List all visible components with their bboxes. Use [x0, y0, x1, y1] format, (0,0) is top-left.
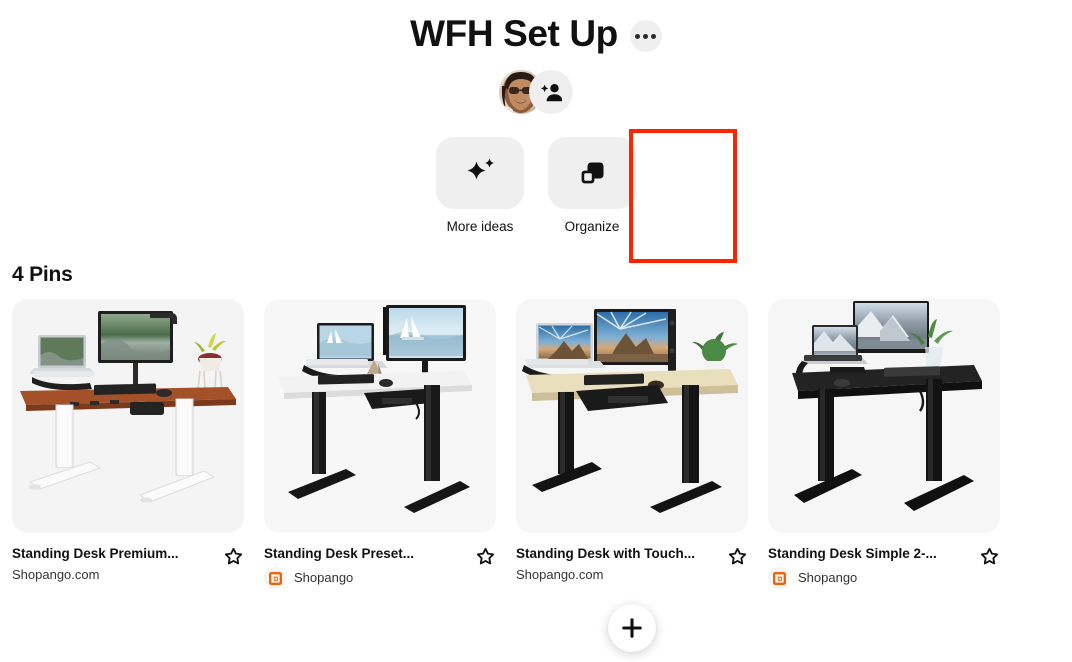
add-person-icon: [540, 84, 562, 102]
pins-count-heading: 4 Pins: [12, 263, 73, 286]
pin-meta: Standing Desk with Touch... Shopango.com: [516, 545, 748, 584]
shopango-logo-icon: [768, 567, 790, 589]
pin-meta: Standing Desk Premium... Shopango.com: [12, 545, 244, 584]
create-fab-button[interactable]: [608, 604, 656, 652]
pin-card[interactable]: Standing Desk with Touch... Shopango.com: [516, 299, 748, 589]
pin-card[interactable]: Standing Desk Simple 2-... Shopango: [768, 299, 1000, 589]
board-header: WFH Set Up More ideas Organize: [0, 0, 1072, 236]
pin-meta: Standing Desk Simple 2-... Shopango: [768, 545, 1000, 589]
pin-card[interactable]: Standing Desk Premium... Shopango.com: [12, 299, 244, 589]
pin-meta: Standing Desk Preset... Shopango: [264, 545, 496, 589]
pin-image[interactable]: [768, 299, 1000, 533]
more-ideas-button[interactable]: More ideas: [436, 137, 524, 236]
sparkle-icon: [467, 158, 494, 180]
pin-image[interactable]: [12, 299, 244, 533]
ellipsis-icon: [643, 33, 649, 39]
board-actions-row: More ideas Organize: [0, 137, 1072, 236]
pin-title: Standing Desk Simple 2-...: [768, 546, 937, 561]
pin-source-name: Shopango: [798, 570, 858, 585]
pin-source-name: Shopango: [294, 570, 354, 585]
star-outline-icon: [476, 547, 495, 565]
organize-squares-icon: [581, 162, 604, 184]
add-collaborator-button[interactable]: [529, 70, 573, 114]
pin-image[interactable]: [264, 299, 496, 533]
page-title: WFH Set Up: [410, 13, 618, 54]
pinterest-board-screen: WFH Set Up More ideas Organize 4 Pins St…: [0, 0, 1072, 662]
pin-card[interactable]: Standing Desk Preset... Shopango: [264, 299, 496, 589]
pin-meta-text: Standing Desk Premium... Shopango.com: [12, 545, 217, 584]
shopango-logo-icon: [264, 567, 286, 589]
organize-button[interactable]: Organize: [548, 137, 636, 236]
star-outline-icon: [980, 547, 999, 565]
ellipsis-icon: [651, 33, 657, 39]
pin-meta-text: Standing Desk Preset... Shopango: [264, 545, 469, 589]
collaborators-row: [0, 70, 1072, 114]
plus-icon: [622, 618, 642, 638]
pin-source-branded: Shopango: [768, 567, 973, 589]
pin-image[interactable]: [516, 299, 748, 533]
star-outline-icon: [728, 547, 747, 565]
pin-meta-text: Standing Desk with Touch... Shopango.com: [516, 545, 721, 584]
pins-grid: Standing Desk Premium... Shopango.com St…: [0, 299, 1072, 589]
save-pin-button[interactable]: [979, 546, 1000, 570]
pin-source: Shopango.com: [12, 567, 100, 582]
pin-title: Standing Desk with Touch...: [516, 546, 696, 561]
pin-source-branded: Shopango: [264, 567, 469, 589]
pin-source: Shopango.com: [516, 567, 604, 582]
more-ideas-tile: [436, 137, 524, 209]
collaborator-stack: [499, 70, 573, 114]
more-ideas-label: More ideas: [446, 219, 514, 234]
save-pin-button[interactable]: [727, 546, 748, 570]
organize-label: Organize: [564, 219, 620, 234]
title-row: WFH Set Up: [0, 12, 1072, 56]
save-pin-button[interactable]: [223, 546, 244, 570]
pin-title: Standing Desk Preset...: [264, 546, 415, 561]
save-pin-button[interactable]: [475, 546, 496, 570]
pin-title: Standing Desk Premium...: [12, 546, 179, 561]
board-more-options-button[interactable]: [629, 20, 662, 52]
ellipsis-icon: [635, 33, 641, 39]
star-outline-icon: [224, 547, 243, 565]
organize-tile: [548, 137, 636, 209]
pin-meta-text: Standing Desk Simple 2-... Shopango: [768, 545, 973, 589]
